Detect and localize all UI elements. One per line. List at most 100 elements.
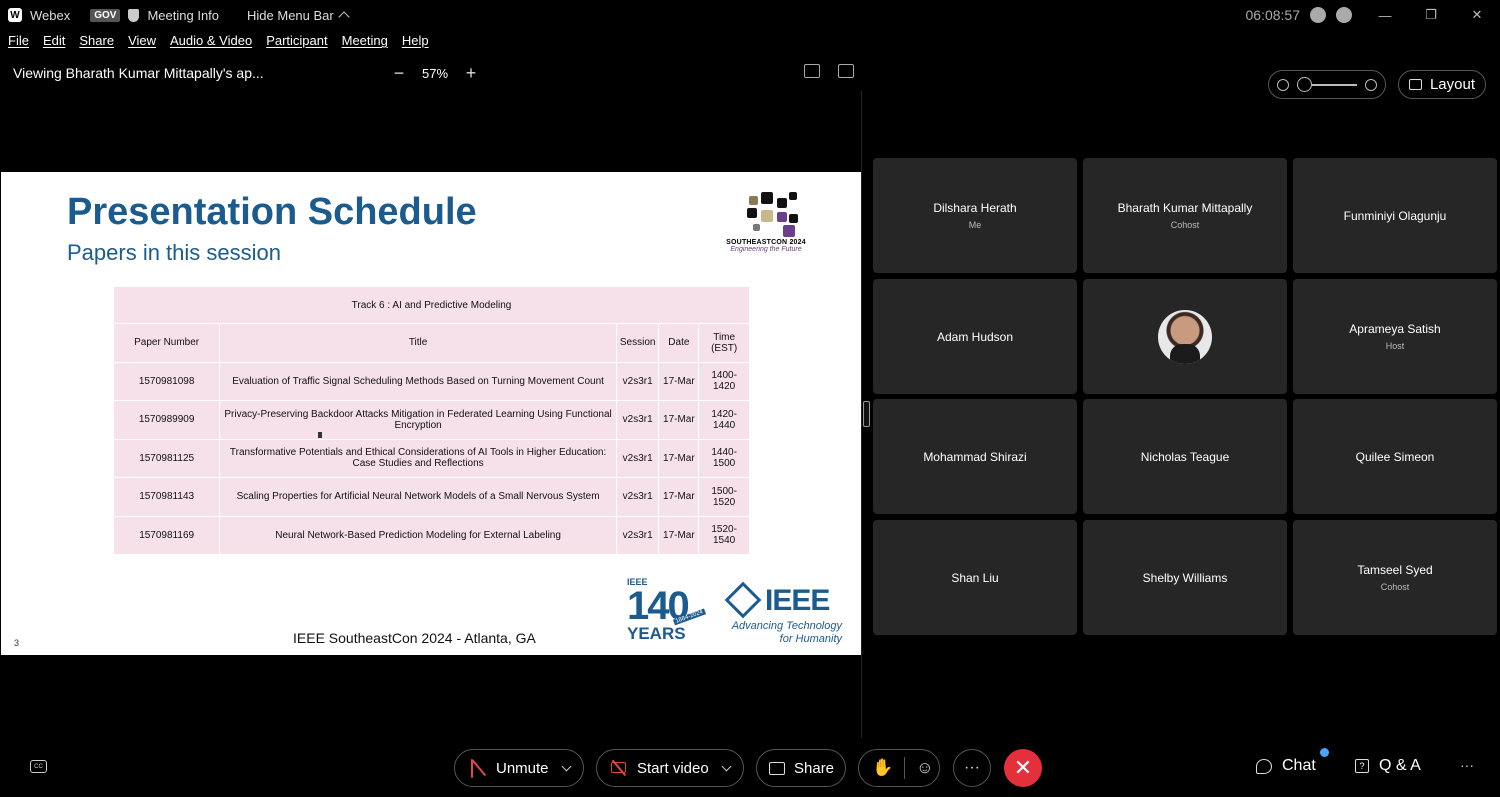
cell-session: v2s3r1: [615, 515, 660, 555]
col-session: Session: [615, 323, 660, 363]
hide-menu-bar-button[interactable]: Hide Menu Bar: [247, 8, 350, 23]
leave-meeting-button[interactable]: ✕: [1004, 749, 1042, 787]
unmute-button[interactable]: Unmute: [454, 749, 584, 787]
cell-paper-number: 1570981143: [112, 477, 221, 517]
close-window-button[interactable]: ✕: [1454, 0, 1500, 30]
zoom-in-icon[interactable]: [1365, 78, 1377, 91]
zoom-slider-knob[interactable]: [1297, 76, 1312, 92]
participant-role: Cohost: [1380, 582, 1410, 592]
chat-label: Chat: [1282, 757, 1316, 774]
layout-button[interactable]: Layout: [1398, 70, 1486, 99]
ieee140-years: YEARS: [627, 624, 686, 643]
chat-button[interactable]: Chat: [1256, 757, 1316, 775]
menu-audio-video[interactable]: Audio & Video: [170, 33, 252, 55]
cell-title: Neural Network-Based Prediction Modeling…: [219, 515, 617, 555]
table-header-track: Track 6 : AI and Predictive Modeling: [113, 286, 750, 324]
share-button[interactable]: Share: [756, 749, 846, 787]
slide-subtitle: Papers in this session: [67, 240, 281, 265]
participant-tile[interactable]: Shan Liu: [873, 520, 1077, 635]
logo-text: SOUTHEASTCON 2024: [726, 239, 806, 246]
annotate-icon[interactable]: [804, 64, 820, 78]
participant-tile[interactable]: Dilshara Herath Me: [873, 158, 1077, 273]
participant-tile[interactable]: Aprameya Satish Host: [1293, 279, 1497, 394]
col-title: Title: [219, 323, 617, 363]
ieee-tagline: Advancing Technology for Humanity: [727, 620, 842, 646]
qa-button[interactable]: ? Q & A: [1355, 757, 1421, 775]
southeastcon-logo: SOUTHEASTCON 2024 Engineering the Future: [723, 192, 809, 262]
cell-paper-number: 1570981125: [112, 438, 221, 478]
participant-tile[interactable]: Quilee Simeon: [1293, 399, 1497, 514]
participant-tile[interactable]: Tamseel Syed Cohost: [1293, 520, 1497, 635]
question-icon: ?: [1355, 759, 1369, 773]
participant-role: Me: [968, 220, 982, 230]
network-stats-icon[interactable]: [1336, 7, 1352, 23]
schedule-table: Track 6 : AI and Predictive Modeling Pap…: [112, 286, 750, 555]
table-row: 1570981169 Neural Network-Based Predicti…: [112, 515, 750, 555]
cell-paper-number: 1570989909: [112, 400, 221, 440]
participant-name: Shelby Williams: [1142, 570, 1228, 585]
overflow-menu-button[interactable]: ···: [1460, 757, 1474, 773]
title-bar: W Webex GOV Meeting Info Hide Menu Bar 0…: [0, 0, 1500, 30]
participant-tile[interactable]: Adam Hudson: [873, 279, 1077, 394]
participant-role: Cohost: [1170, 220, 1200, 230]
menu-help[interactable]: Help: [402, 33, 429, 55]
table-row: 1570981143 Scaling Properties for Artifi…: [112, 477, 750, 517]
ieee-diamond-icon: [724, 581, 762, 619]
table-row: 1570981125 Transformative Potentials and…: [112, 438, 750, 478]
col-time: Time (EST): [698, 323, 750, 363]
zoom-out-button[interactable]: −: [392, 63, 406, 84]
shield-icon[interactable]: [128, 8, 140, 22]
cell-session: v2s3r1: [615, 361, 660, 401]
participant-name: Aprameya Satish: [1349, 322, 1441, 336]
pop-out-icon[interactable]: [838, 64, 854, 78]
camera-off-icon: [611, 759, 629, 777]
cell-title: Privacy-Preserving Backdoor Attacks Miti…: [219, 400, 617, 440]
table-header-row: Paper Number Title Session Date Time (ES…: [112, 323, 750, 363]
menu-participant[interactable]: Participant: [266, 33, 327, 55]
participant-tile[interactable]: Shelby Williams: [1083, 520, 1287, 635]
chevron-down-icon[interactable]: [721, 761, 732, 771]
participant-tile[interactable]: Funminiyi Olagunju: [1293, 158, 1497, 273]
menu-share[interactable]: Share: [79, 33, 114, 55]
recording-icon[interactable]: [1310, 7, 1326, 23]
pane-splitter-handle[interactable]: [863, 401, 870, 427]
table-row: 1570989909 Privacy-Preserving Backdoor A…: [112, 400, 750, 440]
microphone-muted-icon: [471, 759, 487, 778]
participant-avatar: [1158, 309, 1212, 364]
qa-label: Q & A: [1379, 757, 1421, 774]
reactions-icon[interactable]: ☺: [916, 758, 933, 778]
participant-name: Funminiyi Olagunju: [1343, 208, 1447, 223]
cell-time: 1500-1520: [698, 477, 750, 517]
chevron-down-icon[interactable]: [561, 761, 571, 771]
meeting-timer: 06:08:57: [1245, 7, 1301, 23]
minimize-button[interactable]: —: [1362, 0, 1408, 30]
start-video-button[interactable]: Start video: [596, 749, 744, 787]
slide-title: Presentation Schedule: [67, 191, 477, 233]
ieee-logo: IEEE Advancing Technology for Humanity: [724, 581, 847, 649]
layout-icon: [1408, 79, 1422, 90]
menu-edit[interactable]: Edit: [43, 33, 65, 55]
restore-button[interactable]: ❐: [1408, 0, 1454, 30]
meeting-info-button[interactable]: Meeting Info: [147, 8, 219, 23]
zoom-slider-track[interactable]: [1297, 76, 1357, 92]
video-zoom-slider[interactable]: [1268, 70, 1386, 99]
participant-tile[interactable]: Nicholas Teague: [1083, 399, 1287, 514]
cell-session: v2s3r1: [615, 477, 660, 517]
participant-tile[interactable]: [1083, 279, 1287, 394]
participant-tile[interactable]: Mohammad Shirazi: [873, 399, 1077, 514]
participant-tile[interactable]: Bharath Kumar Mittapally Cohost: [1083, 158, 1287, 273]
cell-date: 17-Mar: [658, 515, 700, 555]
raise-hand-icon[interactable]: ✋: [872, 758, 893, 778]
menu-meeting[interactable]: Meeting: [342, 33, 388, 55]
zoom-out-icon[interactable]: [1277, 78, 1289, 91]
cell-title: Scaling Properties for Artificial Neural…: [219, 477, 617, 517]
participant-name: Mohammad Shirazi: [923, 449, 1027, 464]
cell-paper-number: 1570981098: [112, 361, 221, 401]
participant-name: Quilee Simeon: [1355, 449, 1435, 464]
menu-view[interactable]: View: [128, 33, 156, 55]
zoom-in-button[interactable]: +: [464, 63, 478, 84]
more-options-button[interactable]: ···: [953, 749, 991, 787]
menu-file[interactable]: File: [8, 33, 29, 55]
cell-date: 17-Mar: [658, 400, 700, 440]
closed-captions-button[interactable]: CC: [30, 760, 47, 773]
